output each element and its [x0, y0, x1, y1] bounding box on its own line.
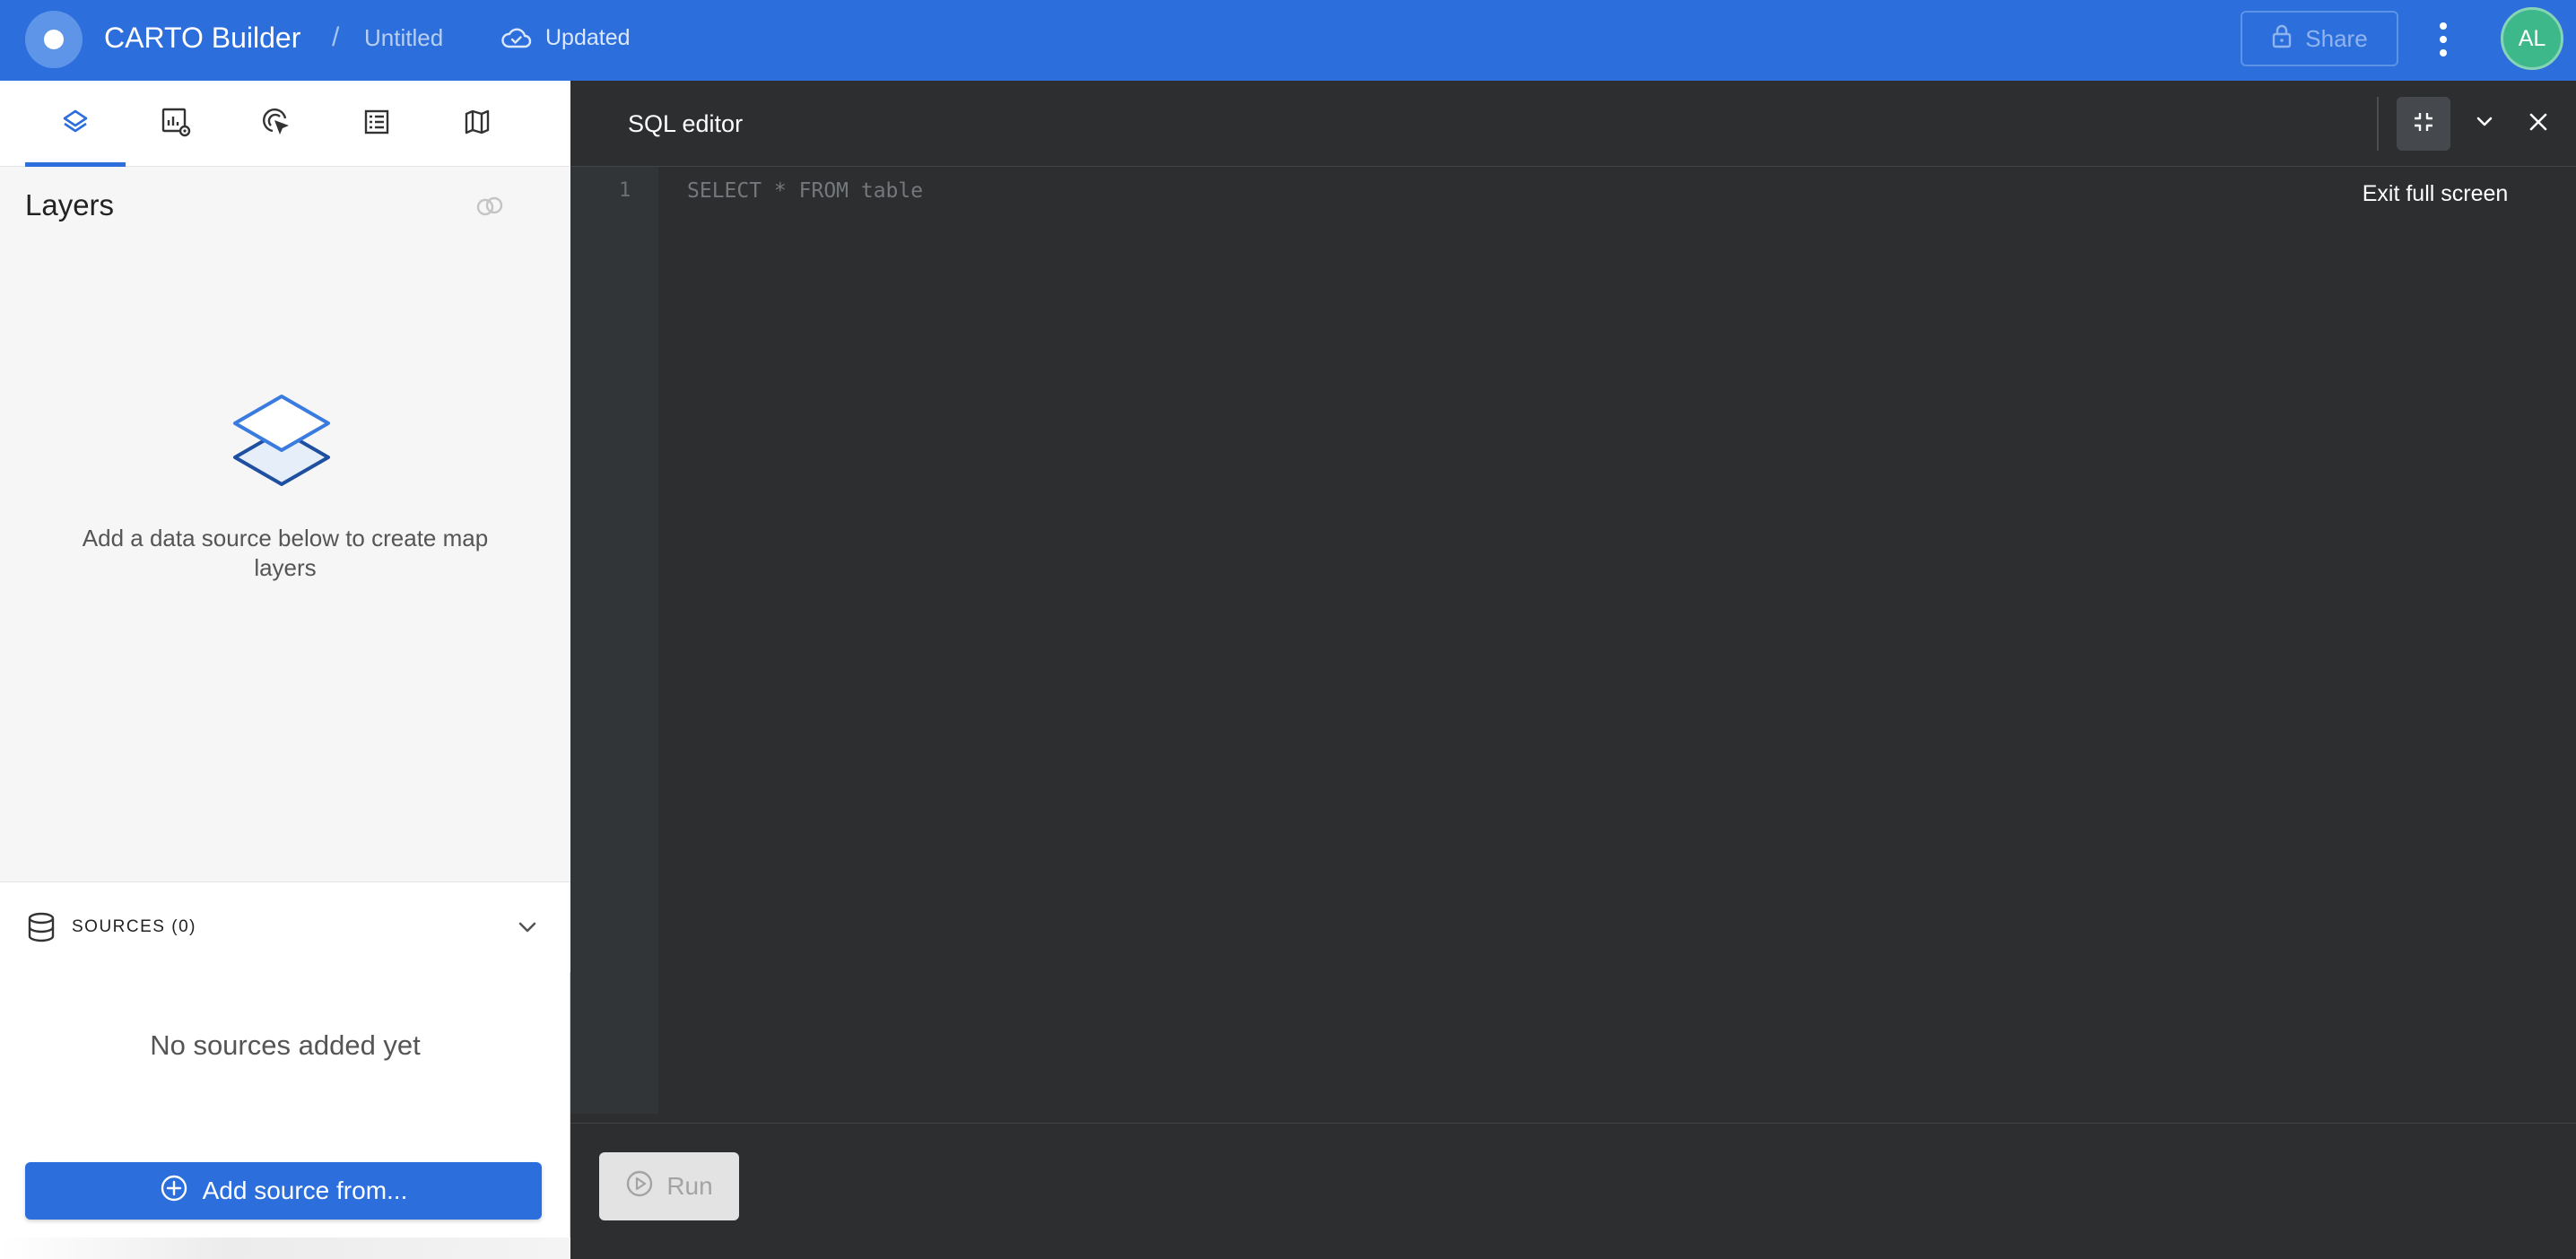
- basemap-icon: [463, 108, 492, 141]
- save-status-text: Updated: [545, 25, 631, 50]
- tab-interactions[interactable]: [249, 102, 303, 145]
- lock-icon: [2271, 22, 2293, 56]
- sidebar-tabs: [0, 81, 570, 167]
- user-avatar[interactable]: AL: [2501, 7, 2563, 70]
- line-number: 1: [619, 179, 631, 202]
- line-number-gutter: [570, 167, 658, 1114]
- share-button[interactable]: Share: [2241, 11, 2398, 66]
- share-label: Share: [2305, 24, 2368, 52]
- empty-layers-message: Add a data source below to create map la…: [82, 525, 489, 581]
- top-bar: CARTO Builder / Untitled Updated Share A…: [0, 0, 2576, 81]
- collapse-editor-button[interactable]: [2470, 109, 2499, 138]
- exit-fullscreen-tooltip: Exit full screen: [2362, 181, 2509, 206]
- add-source-label: Add source from...: [202, 1177, 408, 1204]
- legend-icon: [362, 108, 391, 141]
- carto-logo-icon[interactable]: [25, 11, 83, 68]
- more-options-icon[interactable]: [2432, 14, 2454, 65]
- sources-header[interactable]: SOURCES (0): [0, 882, 570, 972]
- left-panel: Layers Add a data source below to create…: [0, 81, 570, 1259]
- sql-editor-header: SQL editor: [570, 81, 2576, 167]
- close-editor-button[interactable]: [2522, 108, 2554, 140]
- tab-widgets[interactable]: [149, 102, 203, 145]
- chevron-down-icon: [2473, 110, 2496, 138]
- chevron-down-icon[interactable]: [515, 915, 540, 944]
- play-circle-icon: [625, 1169, 654, 1204]
- tab-legend[interactable]: [350, 102, 404, 145]
- layers-title: Layers: [25, 188, 115, 221]
- no-sources-message: No sources added yet: [150, 1029, 421, 1061]
- database-icon: [25, 911, 57, 948]
- app-title: CARTO Builder: [104, 22, 301, 54]
- breadcrumb-separator: /: [332, 22, 340, 52]
- tab-basemaps[interactable]: [450, 102, 504, 145]
- exit-fullscreen-button[interactable]: [2397, 97, 2450, 151]
- layers-panel: Layers Add a data source below to create…: [0, 167, 570, 882]
- exit-fullscreen-icon: [2412, 110, 2435, 138]
- layers-icon: [61, 108, 90, 141]
- close-icon: [2527, 110, 2550, 138]
- add-source-button[interactable]: Add source from...: [25, 1162, 542, 1220]
- map-name[interactable]: Untitled: [364, 22, 443, 54]
- sql-editor-footer: Run: [570, 1123, 2576, 1259]
- tab-layers[interactable]: [48, 102, 102, 145]
- plus-circle-icon: [160, 1174, 188, 1209]
- sql-code-input[interactable]: SELECT * FROM table: [687, 178, 923, 204]
- panel-bottom-shadow: [0, 1237, 570, 1259]
- link-icon[interactable]: [474, 190, 506, 222]
- cloud-check-icon: [500, 25, 533, 50]
- run-label: Run: [666, 1172, 713, 1200]
- widgets-icon: [160, 106, 192, 143]
- save-status: Updated: [500, 22, 631, 54]
- sources-label: SOURCES (0): [72, 917, 196, 936]
- run-button[interactable]: Run: [599, 1152, 739, 1220]
- layers-illustration-icon: [228, 393, 335, 508]
- header-divider: [2377, 97, 2379, 151]
- sql-editor-title: SQL editor: [628, 110, 744, 137]
- sql-editor-panel: SQL editor Exit full screen 1 SELECT * F…: [570, 81, 2576, 1259]
- interactions-icon: [260, 106, 292, 143]
